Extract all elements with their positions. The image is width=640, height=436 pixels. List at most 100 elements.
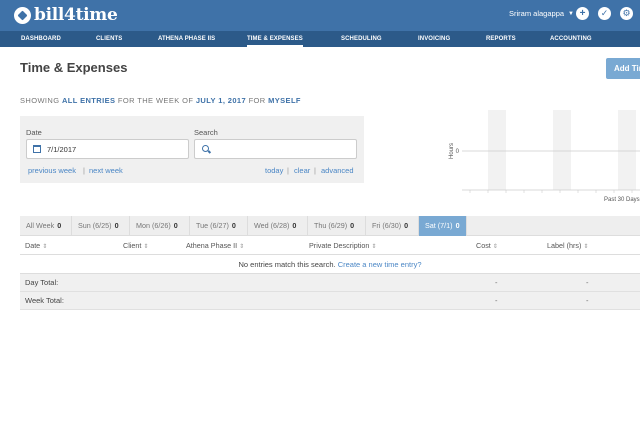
column-project-label: Athena Phase II (186, 241, 238, 250)
empty-state-text: No entries match this search. (238, 260, 336, 269)
add-time-button[interactable]: Add Time (606, 58, 640, 79)
tab-label: Thu (6/29) (314, 221, 348, 230)
day-tabs: All Week 0 Sun (6/25) 0 Mon (6/26) 0 Tue (6… (20, 216, 640, 236)
x-ticks (469, 190, 633, 193)
nav-athena-phase-iis[interactable]: ATHENA PHASE IIS (158, 31, 215, 47)
tab-sun[interactable]: Sun (6/25) 0 (72, 216, 130, 236)
previous-week-link[interactable]: previous week (28, 166, 76, 175)
advanced-link[interactable]: advanced (321, 166, 354, 175)
day-total-label: Day Total: (25, 278, 59, 287)
brand-logo[interactable]: bill4time (14, 5, 118, 25)
tab-count: 0 (404, 221, 409, 230)
x-axis-label: Past 30 Days (604, 197, 640, 203)
nav-scheduling[interactable]: SCHEDULING (341, 31, 382, 47)
sort-icon: ⇕ (143, 244, 149, 250)
add-icon[interactable]: + (576, 7, 589, 20)
chart-band (488, 110, 506, 190)
column-description-label: Private Description (309, 241, 370, 250)
nav-invoicing[interactable]: INVOICING (418, 31, 450, 47)
main-nav: DASHBOARD CLIENTS ATHENA PHASE IIS TIME … (0, 31, 640, 47)
entries-filter-link[interactable]: ALL ENTRIES (62, 96, 115, 105)
column-date[interactable]: Date ⇕ (25, 237, 47, 255)
column-date-label: Date (25, 241, 41, 250)
tab-all-week[interactable]: All Week 0 (20, 216, 72, 236)
tab-tue[interactable]: Tue (6/27) 0 (190, 216, 248, 236)
y-axis-label: Hours (449, 143, 455, 159)
day-total-hours: - (586, 278, 589, 287)
day-total-row: Day Total: - - (20, 274, 640, 292)
sort-icon: ⇕ (371, 244, 377, 250)
tab-count: 0 (292, 221, 297, 230)
column-hours-label: Label (hrs) (547, 241, 582, 250)
check-icon[interactable]: ✓ (598, 7, 611, 20)
page-title: Time & Expenses (20, 60, 128, 75)
date-field[interactable]: 7/1/2017 (26, 139, 189, 159)
brand-name: bill4time (34, 5, 118, 25)
week-total-label: Week Total: (25, 296, 64, 305)
week-total-row: Week Total: - - (20, 292, 640, 310)
tab-wed[interactable]: Wed (6/28) 0 (248, 216, 308, 236)
tab-fri[interactable]: Fri (6/30) 0 (366, 216, 419, 236)
column-label-hrs[interactable]: Label (hrs) ⇕ (547, 237, 588, 255)
tab-thu[interactable]: Thu (6/29) 0 (308, 216, 366, 236)
sort-icon: ⇕ (583, 244, 589, 250)
y-tick-label: 0 (456, 149, 460, 155)
tab-count: 0 (455, 221, 460, 230)
search-label: Search (194, 128, 218, 137)
chart-band (618, 110, 636, 190)
nav-reports[interactable]: REPORTS (486, 31, 516, 47)
empty-state-row: No entries match this search. Create a n… (20, 256, 640, 274)
nav-dashboard[interactable]: DASHBOARD (21, 31, 61, 47)
sort-icon: ⇕ (492, 244, 498, 250)
column-private-description[interactable]: Private Description ⇕ (309, 237, 376, 255)
table-header: Date ⇕ Client ⇕ Athena Phase II ⇕ Private D… (20, 237, 640, 255)
tab-label: Sun (6/25) (78, 221, 112, 230)
clear-link[interactable]: clear (294, 166, 310, 175)
chevron-down-icon: ▼ (568, 10, 574, 17)
search-input[interactable] (194, 139, 357, 159)
today-link[interactable]: today (265, 166, 283, 175)
filter-panel: Date 7/1/2017 Search previous week | nex… (20, 116, 364, 183)
day-total-cost: - (495, 278, 498, 287)
week-total-cost: - (495, 296, 498, 305)
hours-chart: Hours 0 Past 30 Days (449, 110, 640, 203)
top-bar: bill4time Sriram alagappa ▼ + ✓ ⚙ (0, 0, 640, 31)
date-label: Date (26, 128, 42, 137)
tab-sat[interactable]: Sat (7/1) 0 (419, 216, 467, 236)
create-time-entry-link[interactable]: Create a new time entry? (338, 260, 422, 269)
column-cost[interactable]: Cost ⇕ (476, 237, 498, 255)
tab-mon[interactable]: Mon (6/26) 0 (130, 216, 190, 236)
user-filter-link[interactable]: MYSELF (268, 96, 301, 105)
column-project[interactable]: Athena Phase II ⇕ (186, 237, 244, 255)
next-week-link[interactable]: next week (89, 166, 123, 175)
chart-band (553, 110, 571, 190)
showing-for: FOR (248, 96, 266, 105)
user-menu[interactable]: Sriram alagappa ▼ (509, 9, 574, 18)
sort-icon: ⇕ (239, 244, 245, 250)
gear-icon[interactable]: ⚙ (620, 7, 633, 20)
tab-count: 0 (350, 221, 355, 230)
column-cost-label: Cost (476, 241, 491, 250)
tab-count: 0 (231, 221, 236, 230)
tab-label: All Week (26, 221, 55, 230)
tab-count: 0 (57, 221, 62, 230)
week-total-hours: - (586, 296, 589, 305)
tab-count: 0 (114, 221, 119, 230)
link-separator: | (314, 166, 316, 175)
tab-count: 0 (173, 221, 178, 230)
user-name: Sriram alagappa (509, 9, 565, 18)
nav-time-expenses[interactable]: TIME & EXPENSES (247, 31, 303, 47)
sort-icon: ⇕ (42, 244, 48, 250)
logo-icon (14, 6, 31, 24)
nav-clients[interactable]: CLIENTS (96, 31, 122, 47)
date-value: 7/1/2017 (47, 145, 77, 154)
week-date-link[interactable]: JULY 1, 2017 (196, 96, 246, 105)
tab-label: Wed (6/28) (254, 221, 290, 230)
link-separator: | (287, 166, 289, 175)
tab-label: Tue (6/27) (196, 221, 229, 230)
showing-mid: FOR THE WEEK OF (117, 96, 194, 105)
link-separator: | (83, 166, 85, 175)
column-client[interactable]: Client ⇕ (123, 237, 148, 255)
tab-label: Sat (7/1) (425, 221, 453, 230)
nav-accounting[interactable]: ACCOUNTING (550, 31, 592, 47)
